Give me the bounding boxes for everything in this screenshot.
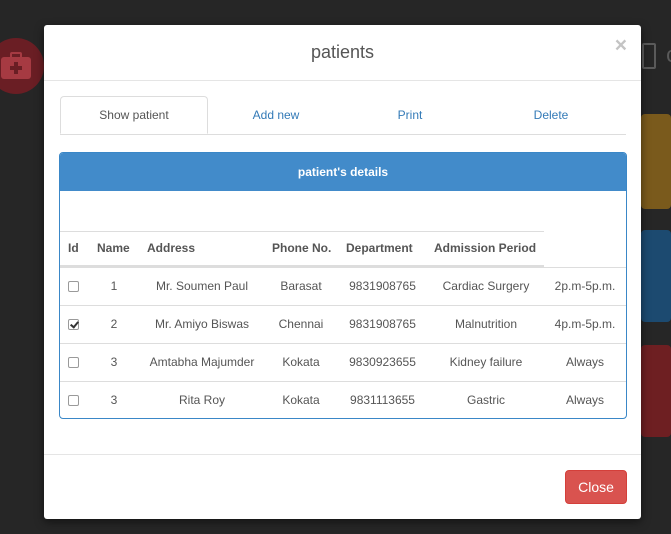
table-row: 3 Amtabha Majumder Kokata 9830923655 Kid…	[60, 343, 626, 381]
cell-name: Rita Roy	[178, 393, 225, 407]
tab-print[interactable]: Print	[344, 96, 476, 134]
cell-address: Chennai	[278, 317, 324, 331]
background-tile-orange	[641, 114, 671, 209]
table-row: 3 Rita Roy Kokata 9831113655 Gastric Alw…	[60, 381, 626, 418]
background-tile-blue	[641, 230, 671, 322]
tab-add-new[interactable]: Add new	[208, 96, 344, 134]
column-header-id: Id	[68, 241, 79, 255]
table-row: 1 Mr. Soumen Paul Barasat 9831908765 Car…	[60, 267, 626, 305]
cell-admission-period: 2p.m-5p.m.	[554, 279, 616, 293]
table-divider	[60, 231, 544, 232]
close-button[interactable]: Close	[565, 470, 627, 504]
patients-modal: patients × Show patient Add new Print De…	[44, 25, 641, 519]
panel-title: patient's details	[60, 153, 626, 191]
cell-address: Kokata	[282, 393, 320, 407]
cell-id: 1	[110, 279, 118, 293]
column-header-address: Address	[147, 241, 196, 255]
modal-title: patients	[310, 42, 375, 62]
row-checkbox[interactable]	[68, 395, 79, 406]
table-row: 2 Mr. Amiyo Biswas Chennai 9831908765 Ma…	[60, 305, 626, 343]
modal-footer: Close	[44, 454, 641, 520]
cell-admission-period: Always	[565, 393, 604, 407]
column-header-name: Name	[97, 241, 130, 255]
close-icon[interactable]: ×	[615, 35, 627, 57]
column-header-department: Department	[346, 241, 413, 255]
cell-address: Kokata	[282, 355, 320, 369]
cell-id: 3	[110, 393, 118, 407]
column-header-admission-period: Admission Period	[434, 241, 537, 255]
modal-header: patients ×	[44, 25, 641, 81]
cell-admission-period: Always	[565, 355, 604, 369]
cell-phone: 9831908765	[349, 279, 416, 293]
cell-name: Mr. Amiyo Biswas	[154, 317, 250, 331]
column-header-phone: Phone No.	[272, 241, 332, 255]
background-tile-red	[641, 345, 671, 437]
row-checkbox[interactable]	[68, 357, 79, 368]
tab-bar: Show patient Add new Print Delete	[60, 96, 626, 135]
cell-department: Kidney failure	[449, 355, 523, 369]
patient-details-panel: patient's details Id Name Address Phone …	[59, 152, 627, 419]
cell-department: Cardiac Surgery	[442, 279, 530, 293]
cell-department: Malnutrition	[454, 317, 518, 331]
cell-phone: 9830923655	[349, 355, 416, 369]
cell-address: Barasat	[280, 279, 322, 293]
row-checkbox[interactable]	[68, 281, 79, 292]
tab-show-patient[interactable]: Show patient	[60, 96, 208, 134]
cell-name: Mr. Soumen Paul	[155, 279, 249, 293]
cell-department: Gastric	[466, 393, 505, 407]
cell-id: 2	[110, 317, 118, 331]
row-checkbox[interactable]	[68, 319, 79, 330]
cell-phone: 9831908765	[349, 317, 416, 331]
background-text: c	[642, 42, 671, 70]
cell-phone: 9831113655	[350, 393, 415, 407]
medkit-icon	[0, 38, 44, 94]
cell-id: 3	[110, 355, 118, 369]
tab-delete[interactable]: Delete	[476, 96, 626, 134]
cell-admission-period: 4p.m-5p.m.	[554, 317, 616, 331]
cell-name: Amtabha Majumder	[149, 355, 255, 369]
